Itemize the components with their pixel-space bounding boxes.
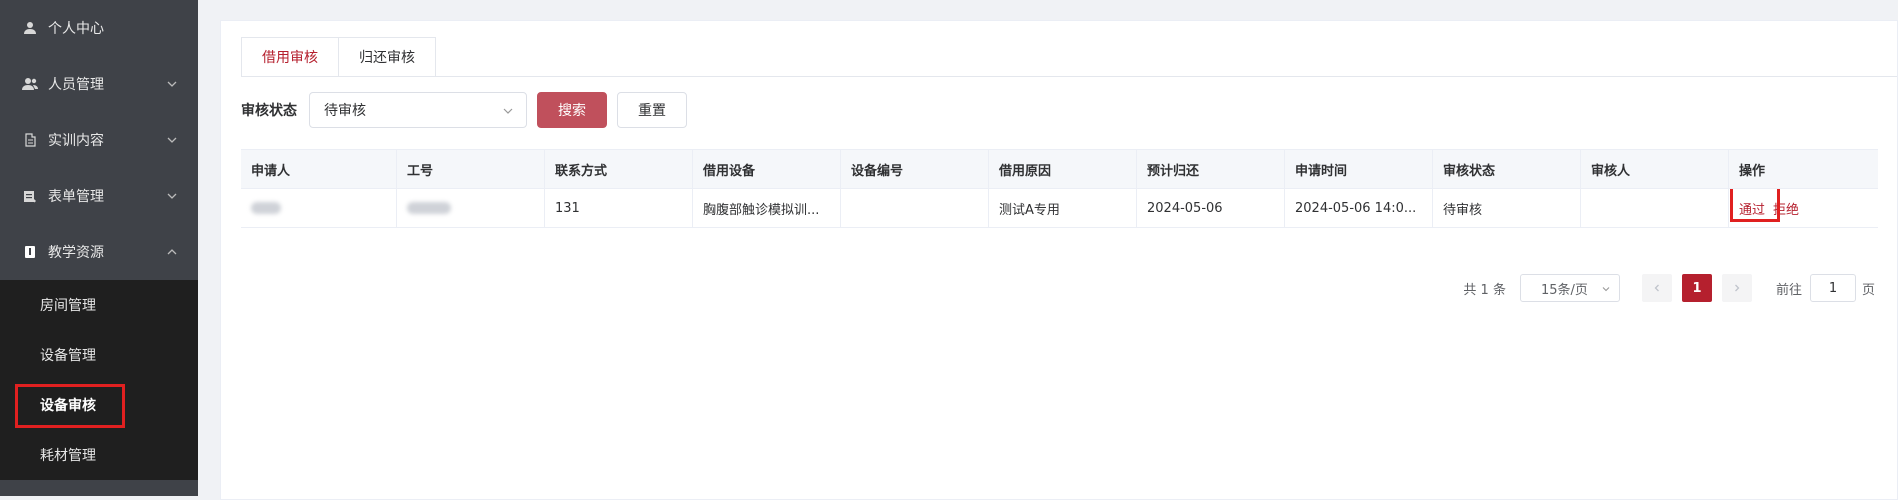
page-size-value: 15条/页: [1540, 282, 1588, 298]
apply-time: 2024-05-06 14:0...: [1295, 200, 1417, 216]
table-row: 131 胸腹部触诊模拟训... 测试A专用 2024-05-06 2024-05…: [241, 189, 1878, 228]
sidebar-item-teaching-resources[interactable]: 教学资源: [0, 224, 198, 280]
review-table: 申请人 工号 联系方式 借用设备 设备编号 借用原因 预计归还 申请时间 审核状…: [241, 149, 1878, 228]
chevron-down-icon: [502, 105, 514, 117]
page-unit-label: 页: [1861, 282, 1875, 298]
reason-cell: 测试A专用: [988, 189, 1136, 227]
expected-return-cell: 2024-05-06: [1136, 189, 1284, 227]
sidebar-footer: [0, 480, 198, 496]
prev-page-button[interactable]: [1641, 274, 1672, 302]
reset-button[interactable]: 重置: [617, 92, 687, 128]
sidebar-subitem-label: 房间管理: [40, 298, 96, 314]
status-filter-label: 审核状态: [241, 103, 297, 119]
chevron-down-icon: [166, 78, 178, 90]
goto-label: 前往: [1775, 282, 1802, 298]
chevron-down-icon: [166, 190, 178, 202]
filter-bar: 审核状态 待审核 搜索 重置: [241, 91, 687, 129]
table-header-cell: 预计归还: [1136, 150, 1284, 188]
sidebar-item-label: 人员管理: [48, 77, 104, 93]
sidebar-subitem-consumables[interactable]: 耗材管理: [0, 430, 198, 480]
sidebar-subitem-device-review[interactable]: 设备审核: [0, 380, 198, 430]
sidebar-item-label: 个人中心: [48, 21, 104, 37]
sidebar-subitem-label: 设备管理: [40, 348, 96, 364]
content-card: 借用审核 归还审核 审核状态 待审核 搜索 重置 申请人 工号 联系方式 借用设…: [220, 20, 1898, 500]
page-size-select[interactable]: 15条/页: [1519, 274, 1620, 302]
tabs: 借用审核 归还审核: [241, 37, 436, 77]
sidebar-subitem-label: 耗材管理: [40, 448, 96, 464]
status-select[interactable]: 待审核: [309, 92, 527, 128]
pagination-total: 共 1 条: [1463, 282, 1506, 298]
book-icon: [22, 132, 38, 148]
sidebar-item-label: 表单管理: [48, 189, 104, 205]
contact-cell: 131: [544, 189, 692, 227]
tab-borrow-review[interactable]: 借用审核: [241, 37, 339, 77]
sidebar-item-training[interactable]: 实训内容: [0, 112, 198, 168]
tab-return-review[interactable]: 归还审核: [339, 37, 436, 77]
table-header-cell: 联系方式: [544, 150, 692, 188]
goto-page-input[interactable]: [1809, 274, 1856, 302]
next-page-button[interactable]: [1721, 274, 1752, 302]
applicant-cell: [241, 189, 396, 227]
sidebar-item-forms[interactable]: 表单管理: [0, 168, 198, 224]
status-cell: 待审核: [1432, 189, 1580, 227]
pagination: 共 1 条 15条/页 1 前往 页: [1463, 273, 1875, 303]
device-name: 胸腹部触诊模拟训...: [703, 202, 820, 218]
reject-link[interactable]: 拒绝: [1773, 199, 1799, 218]
sidebar: 个人中心 人员管理 实训内容 表单管理 教学资源 房间管理 设备管理 设备审核 …: [0, 0, 198, 496]
sidebar-item-label: 实训内容: [48, 133, 104, 149]
chevron-up-icon: [166, 246, 178, 258]
tab-label: 借用审核: [262, 50, 318, 66]
chevron-down-icon: [1601, 283, 1611, 293]
sidebar-subitem-rooms[interactable]: 房间管理: [0, 280, 198, 330]
table-header-cell: 申请人: [241, 150, 396, 188]
sidebar-item-personal-center[interactable]: 个人中心: [0, 0, 198, 56]
sidebar-subitem-label: 设备审核: [40, 398, 96, 414]
device-no-cell: [840, 189, 988, 227]
table-header-cell: 借用设备: [692, 150, 840, 188]
sidebar-item-label: 教学资源: [48, 245, 104, 261]
submenu-teaching-resources: 房间管理 设备管理 设备审核 耗材管理: [0, 280, 198, 480]
table-header-cell: 设备编号: [840, 150, 988, 188]
form-icon: [22, 188, 38, 204]
users-icon: [22, 76, 38, 92]
sidebar-item-personnel[interactable]: 人员管理: [0, 56, 198, 112]
reviewer-cell: [1580, 189, 1728, 227]
employee-id-cell: [396, 189, 544, 227]
apply-time-cell: 2024-05-06 14:0...: [1284, 189, 1432, 227]
table-header-cell: 操作: [1728, 150, 1878, 188]
tab-label: 归还审核: [359, 50, 415, 66]
tab-divider: [241, 76, 1897, 77]
table-header-cell: 借用原因: [988, 150, 1136, 188]
table-header-row: 申请人 工号 联系方式 借用设备 设备编号 借用原因 预计归还 申请时间 审核状…: [241, 150, 1878, 189]
resource-icon: [22, 244, 38, 260]
device-cell: 胸腹部触诊模拟训...: [692, 189, 840, 227]
table-header-cell: 审核人: [1580, 150, 1728, 188]
user-icon: [22, 20, 38, 36]
table-header-cell: 申请时间: [1284, 150, 1432, 188]
redacted-applicant: [251, 202, 281, 214]
table-header-cell: 工号: [396, 150, 544, 188]
chevron-left-icon: [1654, 284, 1659, 292]
approve-link[interactable]: 通过: [1739, 199, 1765, 218]
page-number-current[interactable]: 1: [1681, 274, 1712, 302]
main-content: 借用审核 归还审核 审核状态 待审核 搜索 重置 申请人 工号 联系方式 借用设…: [198, 0, 1898, 500]
search-button[interactable]: 搜索: [537, 92, 607, 128]
table-header-cell: 审核状态: [1432, 150, 1580, 188]
actions-cell: 通过 拒绝: [1728, 189, 1878, 227]
sidebar-subitem-devices[interactable]: 设备管理: [0, 330, 198, 380]
chevron-right-icon: [1735, 284, 1740, 292]
redacted-employee-id: [407, 202, 451, 214]
status-select-value: 待审核: [324, 103, 366, 119]
chevron-down-icon: [166, 134, 178, 146]
